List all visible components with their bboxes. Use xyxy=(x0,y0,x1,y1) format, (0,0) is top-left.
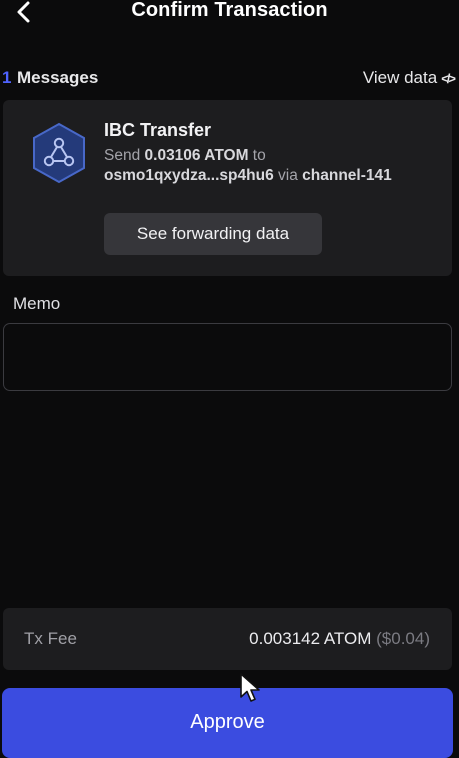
messages-label: Messages xyxy=(17,68,99,87)
message-card: IBC Transfer Send 0.03106 ATOM to osmo1q… xyxy=(3,100,452,276)
via-word: via xyxy=(278,167,298,184)
memo-label: Memo xyxy=(13,294,61,313)
ibc-transfer-icon xyxy=(33,122,85,184)
memo-input[interactable] xyxy=(3,323,452,391)
fee-card: Tx Fee 0.003142 ATOM ($0.04) xyxy=(3,608,452,670)
see-forwarding-data-button[interactable]: See forwarding data xyxy=(104,213,322,255)
fee-value: 0.003142 ATOM ($0.04) xyxy=(249,629,430,649)
messages-header: 1 Messages View data </> xyxy=(0,66,459,90)
message-title: IBC Transfer xyxy=(104,120,212,140)
fee-amount: 0.003142 ATOM xyxy=(249,629,372,648)
fee-label: Tx Fee xyxy=(24,629,77,648)
page-title: Confirm Transaction xyxy=(131,0,328,21)
message-description: Send 0.03106 ATOM to osmo1qxydza...sp4hu… xyxy=(104,146,424,186)
to-word: to xyxy=(252,147,266,164)
send-amount: 0.03106 ATOM xyxy=(144,147,249,164)
recipient-address: osmo1qxydza...sp4hu6 xyxy=(104,167,274,184)
fee-usd: ($0.04) xyxy=(376,629,430,648)
approve-button[interactable]: Approve xyxy=(2,688,453,758)
view-data-label: View data xyxy=(362,68,438,87)
send-prefix: Send xyxy=(104,147,141,164)
messages-count: 1 xyxy=(2,68,12,87)
channel-id: channel-141 xyxy=(302,167,392,184)
header: Confirm Transaction xyxy=(0,0,459,28)
view-data-button[interactable]: View data </> xyxy=(362,68,456,88)
code-icon: </> xyxy=(441,70,456,86)
